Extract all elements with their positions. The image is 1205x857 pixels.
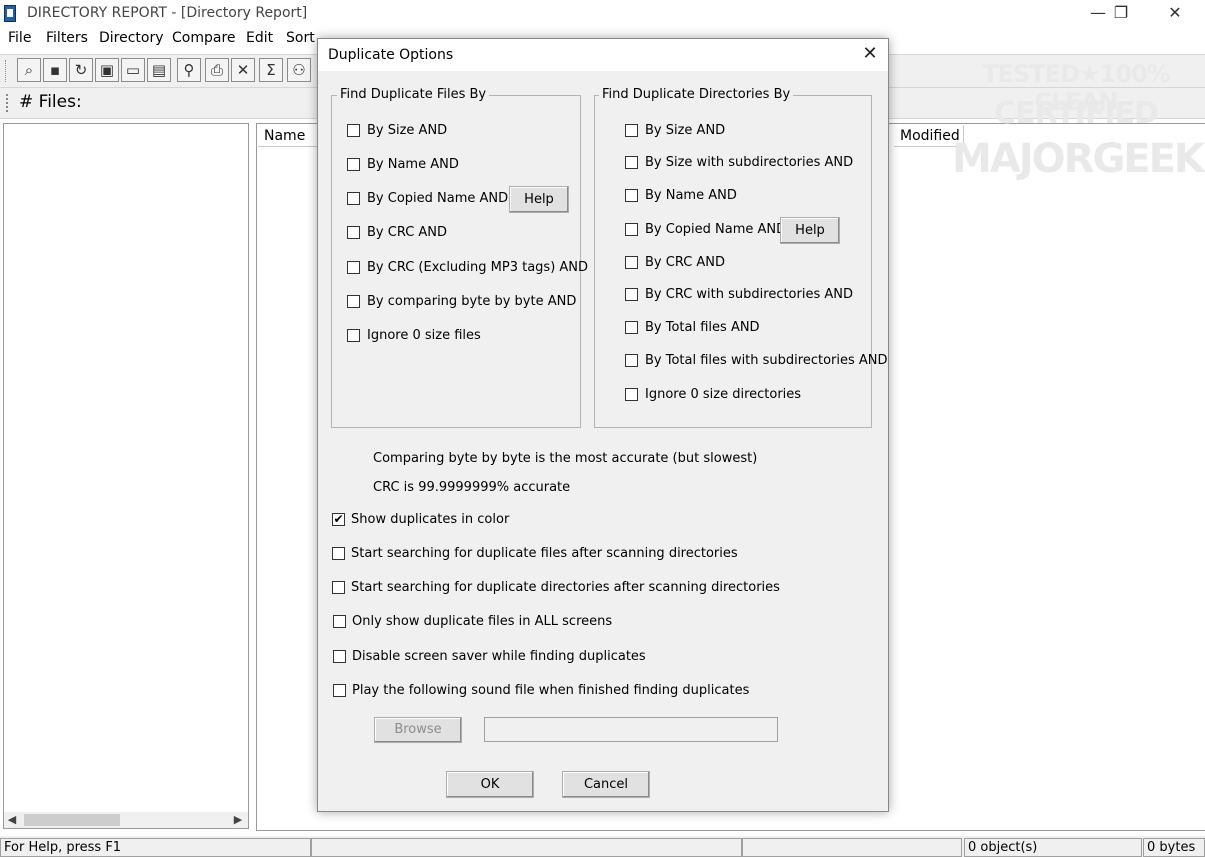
- dialog-close-button[interactable]: ✕: [852, 39, 888, 71]
- directories-group-title: Find Duplicate Directories By: [599, 87, 794, 102]
- cb-file-by-crc-excl-mp3[interactable]: [347, 261, 360, 274]
- cb-dir-by-total-files-label: By Total files AND: [645, 320, 760, 335]
- cb-ignore-zero-files[interactable]: [347, 329, 360, 342]
- cb-file-by-name-label: By Name AND: [367, 157, 459, 172]
- cb-dir-by-crc-label: By CRC AND: [645, 255, 726, 270]
- cb-play-sound-label: Play the following sound file when finis…: [352, 683, 750, 698]
- cb-file-by-size-label: By Size AND: [367, 123, 448, 138]
- app-icon: [4, 5, 16, 22]
- files-count-label: # Files:: [19, 92, 82, 112]
- scroll-thumb[interactable]: [24, 814, 120, 826]
- delete-icon[interactable]: ✕: [231, 58, 255, 82]
- cb-search-files-after-scan[interactable]: [332, 547, 345, 560]
- ok-button[interactable]: OK: [446, 771, 534, 798]
- files-bar-grip[interactable]: [6, 94, 10, 112]
- cb-file-by-name[interactable]: [347, 158, 360, 171]
- cb-dir-by-crc-subdirs-label: By CRC with subdirectories AND: [645, 287, 853, 302]
- sound-file-path-field[interactable]: [484, 717, 778, 742]
- scroll-right-icon[interactable]: ▶: [230, 812, 246, 828]
- status-object-count: 0 object(s): [964, 838, 1142, 857]
- cb-dir-by-size[interactable]: [625, 124, 638, 137]
- open-folder-icon[interactable]: ▭: [121, 58, 145, 82]
- close-window-button[interactable]: ✕: [1152, 0, 1198, 28]
- watermark-logo: TESTED★100% CLEAN CERTIFIED MAJORGEEKS: [952, 60, 1205, 182]
- sum-icon[interactable]: Σ: [259, 58, 283, 82]
- duplicate-options-dialog: Duplicate Options ✕ Find Duplicate Files…: [317, 38, 889, 812]
- status-help-text: For Help, press F1: [0, 838, 311, 857]
- menu-filters[interactable]: Filters: [46, 30, 88, 46]
- cb-ignore-zero-dirs[interactable]: [625, 388, 638, 401]
- users-icon[interactable]: ⚇: [287, 58, 311, 82]
- cb-play-sound[interactable]: [333, 684, 346, 697]
- cb-dir-by-size-subdirs[interactable]: [625, 156, 638, 169]
- scroll-left-icon[interactable]: ◀: [4, 812, 20, 828]
- status-cell-empty-2: [742, 838, 962, 857]
- tree-horizontal-scrollbar[interactable]: ◀ ▶: [4, 812, 248, 828]
- cb-disable-screensaver[interactable]: [333, 650, 346, 663]
- browse-button[interactable]: Browse: [374, 717, 462, 743]
- refresh-icon[interactable]: ↻: [69, 58, 93, 82]
- menu-directory[interactable]: Directory: [99, 30, 164, 46]
- status-byte-count: 0 bytes: [1143, 838, 1205, 857]
- status-cell-empty-1: [311, 838, 742, 857]
- cb-search-dirs-after-scan-label: Start searching for duplicate directorie…: [351, 580, 780, 595]
- directory-tree-pane[interactable]: [3, 123, 249, 829]
- cb-only-show-duplicates[interactable]: [333, 615, 346, 628]
- files-group-title: Find Duplicate Files By: [337, 87, 490, 102]
- accuracy-note: Comparing byte by byte is the most accur…: [373, 451, 758, 466]
- cb-search-dirs-after-scan[interactable]: [332, 581, 345, 594]
- cb-show-duplicates-color-label: Show duplicates in color: [351, 512, 510, 527]
- restore-button[interactable]: ❐: [1098, 0, 1144, 28]
- binoculars-icon[interactable]: ⌕: [17, 58, 41, 82]
- cb-only-show-duplicates-label: Only show duplicate files in ALL screens: [352, 614, 613, 629]
- cb-file-by-byte-label: By comparing byte by byte AND: [367, 294, 577, 309]
- window-title: DIRECTORY REPORT - [Directory Report]: [27, 5, 308, 21]
- cb-dir-by-crc-subdirs[interactable]: [625, 288, 638, 301]
- print-icon[interactable]: ⎙: [205, 58, 229, 82]
- cb-file-by-crc-label: By CRC AND: [367, 225, 448, 240]
- cb-dir-by-copied-name[interactable]: [625, 223, 638, 236]
- cb-dir-by-size-subdirs-label: By Size with subdirectories AND: [645, 155, 854, 170]
- cb-file-by-copied-name[interactable]: [347, 192, 360, 205]
- cb-file-by-crc[interactable]: [347, 226, 360, 239]
- directories-help-button[interactable]: Help: [780, 217, 840, 244]
- menu-sort[interactable]: Sort: [286, 30, 315, 46]
- cb-dir-by-total-files-subdirs[interactable]: [625, 354, 638, 367]
- toolbar-grip[interactable]: [5, 60, 9, 82]
- find-icon[interactable]: ⚲: [177, 58, 201, 82]
- cb-dir-by-name[interactable]: [625, 189, 638, 202]
- menu-edit[interactable]: Edit: [246, 30, 273, 46]
- menu-compare[interactable]: Compare: [172, 30, 236, 46]
- cb-dir-by-name-label: By Name AND: [645, 188, 737, 203]
- cb-dir-by-crc[interactable]: [625, 256, 638, 269]
- cb-file-by-copied-name-label: By Copied Name AND: [367, 191, 509, 206]
- cb-dir-by-size-label: By Size AND: [645, 123, 726, 138]
- crc-accuracy-note: CRC is 99.9999999% accurate: [373, 480, 571, 495]
- save-icon[interactable]: ▪: [43, 58, 67, 82]
- cb-dir-by-total-files[interactable]: [625, 321, 638, 334]
- folders-icon[interactable]: ▤: [147, 58, 171, 82]
- cb-search-files-after-scan-label: Start searching for duplicate files afte…: [351, 546, 738, 561]
- cb-show-duplicates-color[interactable]: ✔: [332, 513, 345, 526]
- menu-file[interactable]: File: [8, 30, 31, 46]
- dialog-title: Duplicate Options: [328, 47, 454, 63]
- cb-file-by-size[interactable]: [347, 124, 360, 137]
- cb-file-by-crc-excl-mp3-label: By CRC (Excluding MP3 tags) AND: [367, 260, 589, 275]
- cb-ignore-zero-files-label: Ignore 0 size files: [367, 328, 481, 343]
- cb-dir-by-total-files-subdirs-label: By Total files with subdirectories AND: [645, 353, 888, 368]
- files-help-button[interactable]: Help: [509, 186, 569, 213]
- cancel-button[interactable]: Cancel: [562, 771, 650, 798]
- cb-dir-by-copied-name-label: By Copied Name AND: [645, 222, 787, 237]
- cb-file-by-byte[interactable]: [347, 295, 360, 308]
- camera-icon[interactable]: ▣: [95, 58, 119, 82]
- cb-ignore-zero-dirs-label: Ignore 0 size directories: [645, 387, 802, 402]
- cb-disable-screensaver-label: Disable screen saver while finding dupli…: [352, 649, 646, 664]
